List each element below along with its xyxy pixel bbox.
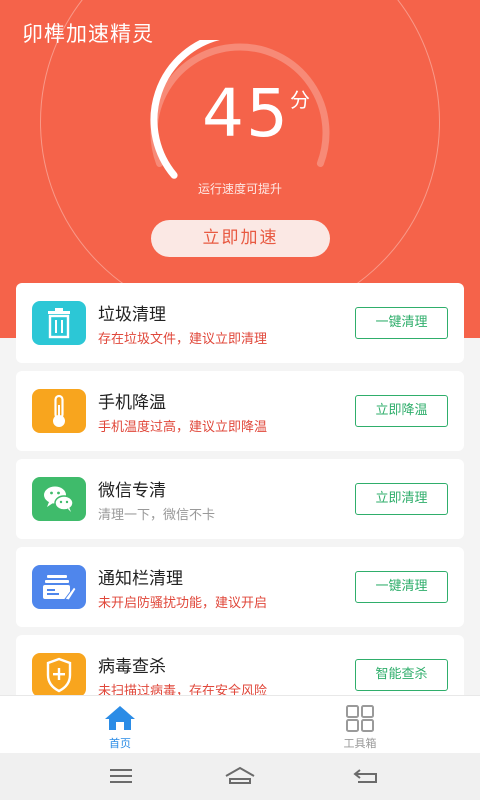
clean-now-button[interactable]: 立即清理 [355, 483, 448, 515]
card-junk-clean[interactable]: 垃圾清理 存在垃圾文件，建议立即清理 一键清理 [16, 283, 464, 363]
tab-home-label: 首页 [109, 737, 131, 750]
boost-now-button[interactable]: 立即加速 [151, 220, 330, 257]
card-subtitle: 清理一下，微信不卡 [98, 508, 216, 523]
tab-toolbox[interactable]: 工具箱 [240, 696, 480, 754]
card-virus-scan[interactable]: 病毒查杀 未扫描过病毒，存在安全风险 智能查杀 [16, 635, 464, 695]
thermometer-icon [32, 389, 86, 433]
system-navigation-bar [0, 753, 480, 800]
one-click-clean-button[interactable]: 一键清理 [355, 307, 448, 339]
back-icon[interactable] [352, 766, 380, 786]
speed-hint: 运行速度可提升 [197, 182, 282, 196]
one-click-clean-button[interactable]: 一键清理 [355, 571, 448, 603]
home-nav-icon[interactable] [224, 766, 256, 786]
card-subtitle: 手机温度过高，建议立即降温 [98, 420, 268, 435]
tab-home[interactable]: 首页 [0, 696, 240, 754]
card-title: 病毒查杀 [98, 657, 166, 677]
card-title: 微信专清 [98, 481, 166, 501]
tab-toolbox-label: 工具箱 [343, 737, 377, 750]
card-wechat-clean[interactable]: 微信专清 清理一下，微信不卡 立即清理 [16, 459, 464, 539]
wechat-icon [32, 477, 86, 521]
notification-broom-icon [32, 565, 86, 609]
card-subtitle: 未扫描过病毒，存在安全风险 [98, 684, 268, 695]
trash-icon [32, 301, 86, 345]
cool-now-button[interactable]: 立即降温 [355, 395, 448, 427]
card-notification-clean[interactable]: 通知栏清理 未开启防骚扰功能，建议开启 一键清理 [16, 547, 464, 627]
home-icon [105, 706, 135, 730]
smart-scan-button[interactable]: 智能查杀 [355, 659, 448, 691]
bottom-tab-bar: 首页 工具箱 [0, 695, 480, 753]
card-subtitle: 未开启防骚扰功能，建议开启 [98, 596, 268, 611]
card-title: 通知栏清理 [98, 569, 183, 589]
score-unit: 分 [290, 88, 310, 112]
menu-icon[interactable] [108, 766, 134, 786]
card-title: 垃圾清理 [98, 305, 166, 325]
card-subtitle: 存在垃圾文件，建议立即清理 [98, 332, 268, 347]
shield-plus-icon [32, 653, 86, 695]
card-phone-cooling[interactable]: 手机降温 手机温度过高，建议立即降温 立即降温 [16, 371, 464, 451]
card-title: 手机降温 [98, 393, 166, 413]
grid-icon [346, 705, 374, 732]
speed-score: 45 [202, 75, 290, 152]
